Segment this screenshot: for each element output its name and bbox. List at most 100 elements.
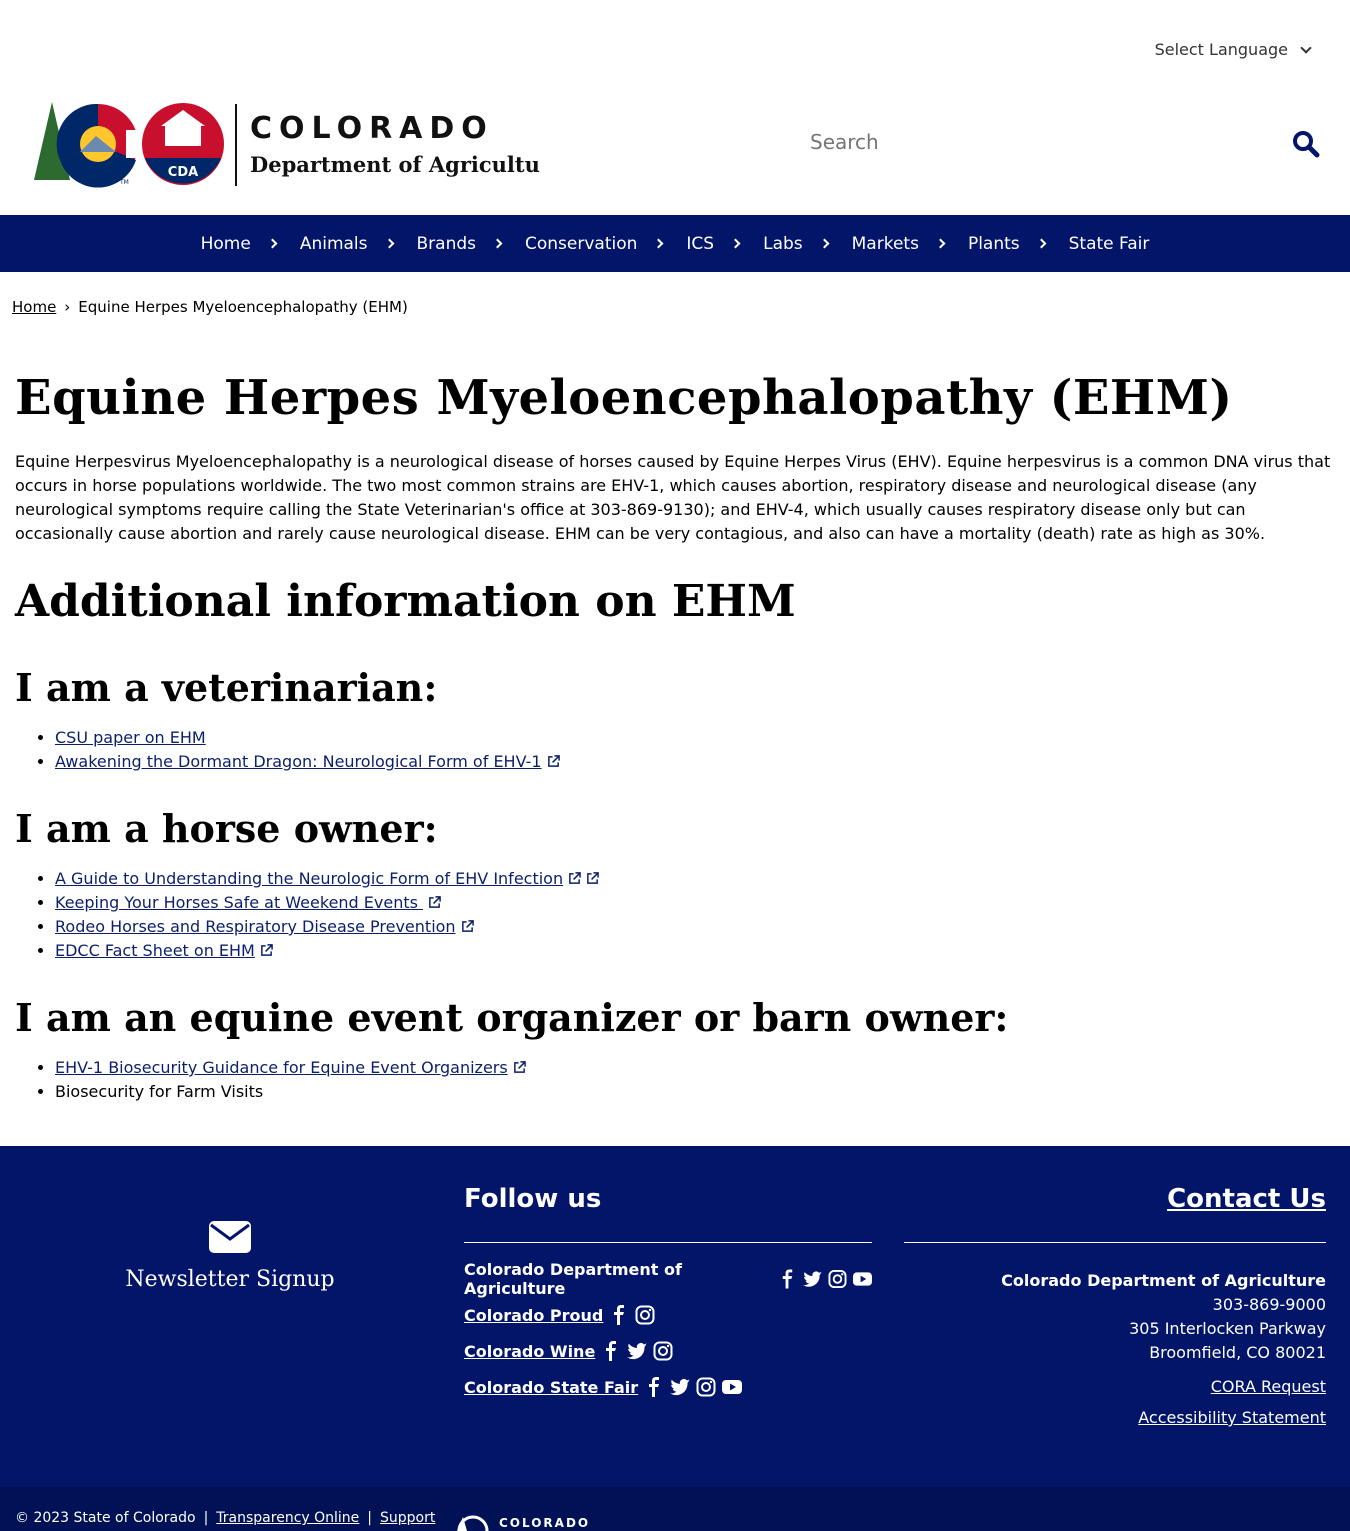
nav-label: Brands — [416, 233, 477, 254]
external-link-icon — [587, 872, 599, 884]
external-link-icon — [569, 872, 581, 884]
nav-label: Labs — [763, 233, 803, 254]
instagram-icon[interactable] — [828, 1269, 847, 1289]
transparency-online-link[interactable]: Transparency Online — [216, 1510, 359, 1526]
youtube-icon[interactable] — [722, 1377, 743, 1397]
nav-item-state-fair[interactable]: State Fair — [1069, 234, 1150, 254]
nav-label: State Fair — [1068, 233, 1150, 254]
chevron-right-icon — [267, 238, 278, 249]
nav-item-ics[interactable]: ICS — [686, 233, 741, 254]
breadcrumb-current: Equine Herpes Myeloencephalopathy (EHM) — [78, 298, 408, 316]
search-input[interactable] — [810, 130, 1260, 154]
chevron-right-icon — [819, 238, 830, 249]
contact-street: 305 Interlocken Parkway — [1129, 1319, 1326, 1338]
social-row-state-fair: Colorado State Fair — [464, 1377, 872, 1397]
footer-bottom-bar: © 2023 State of Colorado | Transparency … — [0, 1487, 1350, 1531]
nav-label: Animals — [299, 233, 368, 254]
list-item: A Guide to Understanding the Neurologic … — [55, 867, 1335, 891]
language-selector[interactable]: Select Language — [1154, 40, 1312, 59]
follow-title: Follow us — [464, 1184, 872, 1243]
accessibility-statement-link[interactable]: Accessibility Statement — [904, 1408, 1326, 1427]
csu-paper-link[interactable]: CSU paper on EHM — [55, 728, 206, 747]
intro-paragraph: Equine Herpesvirus Myeloencephalopathy i… — [15, 452, 1331, 543]
nav-item-animals[interactable]: Animals — [299, 233, 394, 254]
facebook-icon[interactable] — [778, 1269, 797, 1289]
nav-item-conservation[interactable]: Conservation — [525, 233, 664, 254]
list-item: EDCC Fact Sheet on EHM — [55, 939, 1335, 963]
dormant-dragon-link[interactable]: Awakening the Dormant Dragon: Neurologic… — [55, 752, 542, 771]
breadcrumb-home-link[interactable]: Home — [12, 298, 56, 316]
nav-item-home[interactable]: Home — [200, 233, 278, 254]
nav-item-labs[interactable]: Labs — [763, 233, 830, 254]
search-button[interactable] — [1292, 130, 1322, 160]
nav-label: Home — [200, 233, 251, 254]
list-item: Keeping Your Horses Safe at Weekend Even… — [55, 891, 1335, 915]
cora-request-link[interactable]: CORA Request — [904, 1377, 1326, 1396]
main-content: Equine Herpes Myeloencephalopathy (EHM) … — [15, 370, 1335, 1136]
copyright-text: © 2023 State of Colorado — [15, 1510, 196, 1526]
list-item: CSU paper on EHM — [55, 726, 1335, 750]
twitter-icon[interactable] — [670, 1377, 691, 1397]
nav-label: Conservation — [525, 233, 638, 254]
list-item: Rodeo Horses and Respiratory Disease Pre… — [55, 915, 1335, 939]
twitter-icon[interactable] — [803, 1269, 823, 1289]
nav-item-brands[interactable]: Brands — [416, 233, 503, 254]
external-link-icon — [429, 896, 441, 908]
list-item: Awakening the Dormant Dragon: Neurologic… — [55, 750, 1335, 774]
language-label: Select Language — [1154, 40, 1288, 59]
cda-logo[interactable]: CDA TM COLORADO Department of Agricultur… — [30, 100, 564, 190]
colorado-wine-link[interactable]: Colorado Wine — [464, 1342, 595, 1361]
chevron-right-icon — [653, 238, 664, 249]
newsletter-signup[interactable]: Newsletter Signup — [125, 1221, 335, 1292]
nav-item-plants[interactable]: Plants — [967, 233, 1047, 254]
support-link[interactable]: Support — [380, 1510, 435, 1526]
breadcrumb: Home › Equine Herpes Myeloencephalopathy… — [12, 298, 408, 316]
copyright-row: © 2023 State of Colorado | Transparency … — [15, 1510, 435, 1526]
contact-phone: 303-869-9000 — [1212, 1295, 1326, 1314]
breadcrumb-separator-icon: › — [64, 298, 71, 316]
contact-org: Colorado Department of Agriculture — [1001, 1271, 1326, 1290]
instagram-icon[interactable] — [635, 1305, 655, 1325]
biosecurity-guidance-link[interactable]: EHV-1 Biosecurity Guidance for Equine Ev… — [55, 1058, 508, 1077]
organizer-heading: I am an equine event organizer or barn o… — [15, 995, 1009, 1040]
external-link-icon — [513, 1061, 526, 1073]
vet-heading: I am a veterinarian: — [15, 665, 438, 710]
instagram-icon[interactable] — [653, 1341, 673, 1361]
facebook-icon[interactable] — [601, 1341, 621, 1361]
chevron-right-icon — [384, 238, 394, 249]
rodeo-horses-link[interactable]: Rodeo Horses and Respiratory Disease Pre… — [55, 917, 456, 936]
owner-heading: I am a horse owner: — [15, 806, 438, 851]
list-item: Biosecurity for Farm Visits — [55, 1080, 1335, 1104]
facebook-icon[interactable] — [644, 1377, 664, 1397]
chevron-right-icon — [492, 238, 503, 249]
neuro-guide-link[interactable]: A Guide to Understanding the Neurologic … — [55, 869, 563, 888]
contact-us-link[interactable]: Contact Us — [1167, 1184, 1326, 1214]
bottom-logo-text: COLORADO — [499, 1516, 591, 1530]
nav-item-markets[interactable]: Markets — [852, 234, 946, 254]
colorado-proud-link[interactable]: Colorado Proud — [464, 1306, 603, 1325]
facebook-icon[interactable] — [609, 1305, 629, 1325]
external-link-icon — [461, 920, 474, 932]
chevron-right-icon — [1036, 238, 1047, 249]
logo-dept-text: Department of Agriculture — [250, 152, 540, 177]
farm-visits-text: Biosecurity for Farm Visits — [55, 1082, 264, 1101]
section-title: Additional information on EHM — [15, 576, 796, 627]
colorado-state-fair-link[interactable]: Colorado State Fair — [464, 1378, 638, 1397]
cda-badge-text: CDA — [168, 165, 198, 180]
nav-label: ICS — [686, 233, 715, 254]
search-bar — [810, 130, 1330, 160]
edcc-fact-sheet-link[interactable]: EDCC Fact Sheet on EHM — [55, 941, 255, 960]
weekend-events-link[interactable]: Keeping Your Horses Safe at Weekend Even… — [55, 893, 423, 912]
site-footer: Newsletter Signup Follow us Colorado Dep… — [0, 1146, 1350, 1487]
external-link-icon — [260, 944, 273, 956]
owner-links: A Guide to Understanding the Neurologic … — [15, 867, 1335, 963]
colorado-footer-logo: COLORADO — [455, 1513, 590, 1531]
nav-label: Plants — [967, 233, 1020, 254]
chevron-down-icon — [1300, 41, 1312, 54]
separator: | — [203, 1510, 209, 1526]
youtube-icon[interactable] — [853, 1269, 872, 1289]
twitter-icon[interactable] — [627, 1341, 648, 1361]
contact-section: Contact Us Colorado Department of Agricu… — [904, 1184, 1326, 1427]
contact-heading: Contact Us — [904, 1184, 1326, 1243]
instagram-icon[interactable] — [696, 1377, 716, 1397]
